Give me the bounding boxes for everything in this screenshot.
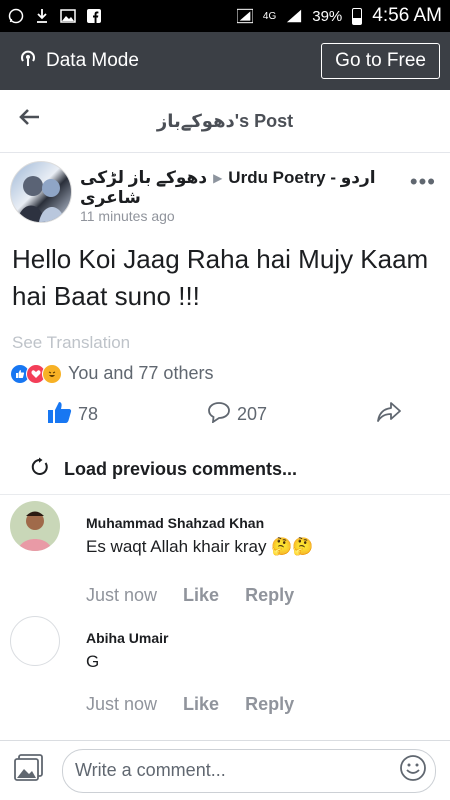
comment-like-button[interactable]: Like [183,585,219,606]
broadcast-icon [18,48,38,74]
go-to-free-button[interactable]: Go to Free [321,43,440,79]
signal-icon [286,8,302,24]
wifi-signal-icon [236,8,253,24]
whatsapp-icon [8,8,24,24]
facebook-icon [86,8,102,24]
status-right-icons: 4G 39% 4:56 AM [236,5,442,27]
post-header: دھوکےباز's Post [0,90,450,153]
comment-item: Abiha Umair G Just now Like Reply [0,610,450,715]
author-avatar[interactable] [10,161,72,223]
comment-placeholder: Write a comment... [75,760,226,780]
comment-bubble-icon [207,401,231,428]
author-name[interactable]: دھوکے باز لڑکی [80,167,207,188]
comment-like-button[interactable]: Like [183,694,219,715]
post-actions: 78 207 [0,384,450,444]
reactions-text: You and 77 others [68,363,214,383]
page-title: دھوکےباز's Post [156,110,294,131]
clock: 4:56 AM [372,5,442,26]
like-button[interactable]: 78 [48,401,98,428]
likes-count: 78 [78,403,99,424]
comments-count: 207 [236,403,268,424]
commenter-avatar[interactable] [10,616,60,666]
comment-button[interactable]: 207 [207,401,267,428]
thumbs-up-icon [48,401,72,428]
comment-meta: Just now Like Reply [86,585,314,606]
group-name[interactable]: Urdu Poetry - اردو [228,168,375,188]
data-mode-bar: Data Mode Go to Free [0,32,450,90]
share-arrow-icon [376,401,402,428]
emoji-icon[interactable] [399,754,427,787]
photo-icon[interactable] [14,754,44,787]
comment-time: Just now [86,694,158,714]
comment-composer: Write a comment... [0,740,450,800]
author-name-continued: شاعری [80,188,141,207]
load-previous-label: Load previous comments... [64,458,298,479]
reactions-summary[interactable]: You and 77 others [0,363,450,384]
status-bar: 4G 39% 4:56 AM [0,0,450,32]
battery-percent: 39% [312,7,343,25]
comment-reply-button[interactable]: Reply [245,585,294,606]
post-text: Hello Koi Jaag Raha hai Mujy Kaam hai Ba… [12,244,429,311]
status-left-icons [8,8,102,24]
comment-text: G [86,652,100,671]
commenter-name[interactable]: Muhammad Shahzad Khan [86,515,314,531]
post-timestamp[interactable]: 11 minutes ago [80,208,376,224]
commenter-name[interactable]: Abiha Umair [86,630,294,646]
share-button[interactable] [376,401,402,428]
comment-reply-button[interactable]: Reply [245,694,294,715]
download-icon [34,8,50,24]
more-options-icon[interactable]: ••• [410,169,436,195]
data-mode-label: Data Mode [46,50,139,71]
arrow-right-icon: ▶ [213,170,223,185]
gallery-icon [60,8,76,24]
comment-time: Just now [86,585,158,605]
refresh-icon [30,457,50,482]
network-type: 4G [262,10,277,22]
comment-meta: Just now Like Reply [86,694,294,715]
load-previous-comments[interactable]: Load previous comments... [0,444,450,494]
see-translation-link[interactable]: See Translation [0,333,450,353]
comment-input[interactable]: Write a comment... [62,748,436,793]
commenter-avatar[interactable] [10,501,60,551]
battery-icon [352,7,363,25]
back-arrow-icon[interactable] [18,108,40,131]
post-author: دھوکے باز لڑکی ▶ Urdu Poetry - اردو شاعر… [0,153,450,233]
comment-item: Muhammad Shahzad Khan Es waqt Allah khai… [0,495,450,606]
comment-text: Es waqt Allah khair kray 🤔🤔 [86,537,314,556]
haha-reaction-icon [42,363,62,384]
